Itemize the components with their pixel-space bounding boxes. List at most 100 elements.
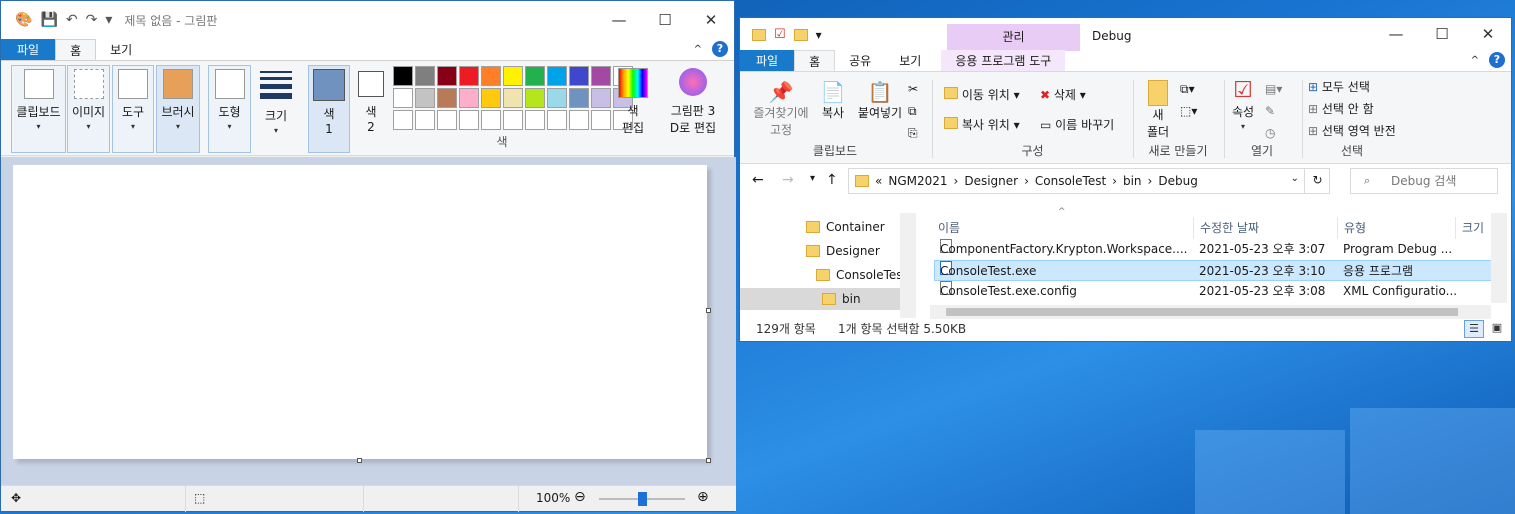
invert-selection-button[interactable]: ⊞ 선택 영역 반전 bbox=[1308, 120, 1396, 142]
tree-item-selected[interactable]: bin bbox=[740, 288, 900, 310]
color-swatch[interactable] bbox=[393, 88, 413, 108]
column-header-type[interactable]: 유형 bbox=[1337, 217, 1366, 239]
tab-view[interactable]: 보기 bbox=[885, 50, 935, 71]
forward-arrow-icon[interactable]: → bbox=[782, 172, 794, 188]
easy-access-icon[interactable]: ⬚▾ bbox=[1180, 100, 1197, 122]
breadcrumb-separator-icon[interactable]: › bbox=[954, 174, 959, 188]
select-none-button[interactable]: ⊞ 선택 안 함 bbox=[1308, 98, 1396, 120]
color-swatch[interactable] bbox=[393, 110, 413, 130]
close-button[interactable]: ✕ bbox=[688, 1, 734, 39]
color-swatch[interactable] bbox=[415, 110, 435, 130]
select-all-button[interactable]: ⊞ 모두 선택 bbox=[1308, 76, 1396, 98]
breadcrumb-separator-icon[interactable]: › bbox=[1024, 174, 1029, 188]
details-view-icon[interactable]: ☰ bbox=[1464, 320, 1484, 338]
clipboard-button[interactable]: 클립보드 ▾ bbox=[11, 65, 66, 153]
new-item-icon[interactable]: ⧉▾ bbox=[1180, 78, 1197, 100]
address-bar[interactable]: « NGM2021 › Designer › ConsoleTest › bin › Debug… bbox=[848, 168, 1330, 194]
collapse-ribbon-icon[interactable]: ^ bbox=[694, 44, 702, 55]
color-swatch[interactable] bbox=[591, 110, 611, 130]
file-row-selected[interactable]: ConsoleTest.exe 2021-05-23 오후 3:10 응용 프로그램 bbox=[934, 260, 1492, 281]
zoom-slider-thumb[interactable] bbox=[638, 492, 647, 506]
shapes-button[interactable]: 도형 ▾ bbox=[208, 65, 251, 153]
breadcrumb-item[interactable]: NGM2021 bbox=[888, 174, 947, 188]
minimize-button[interactable]: — bbox=[1373, 18, 1419, 50]
color-swatch[interactable] bbox=[459, 88, 479, 108]
color2-button[interactable]: 색2 bbox=[351, 65, 391, 153]
image-button[interactable]: 이미지 ▾ bbox=[67, 65, 110, 153]
color-swatch[interactable] bbox=[437, 88, 457, 108]
paste-shortcut-icon[interactable]: ⎘ bbox=[908, 122, 918, 144]
zoom-in-icon[interactable]: ⊕ bbox=[697, 489, 709, 505]
color-swatch[interactable] bbox=[525, 110, 545, 130]
color-swatch[interactable] bbox=[437, 110, 457, 130]
cut-icon[interactable]: ✂ bbox=[908, 78, 918, 100]
resize-handle-corner[interactable] bbox=[706, 458, 711, 463]
zoom-out-icon[interactable]: ⊖ bbox=[574, 489, 586, 505]
copy-path-icon[interactable]: ⧉ bbox=[908, 100, 918, 122]
history-icon[interactable]: ◷ bbox=[1265, 122, 1282, 144]
maximize-button[interactable]: ☐ bbox=[1419, 18, 1465, 50]
close-button[interactable]: ✕ bbox=[1465, 18, 1511, 50]
new-folder-qa-icon[interactable] bbox=[793, 28, 808, 41]
edit-icon[interactable]: ✎ bbox=[1265, 100, 1282, 122]
size-button[interactable]: 크기 ▾ bbox=[255, 65, 297, 153]
color-swatch[interactable] bbox=[525, 88, 545, 108]
column-header-date[interactable]: 수정한 날짜 bbox=[1193, 217, 1259, 239]
open-icon[interactable]: ▤▾ bbox=[1265, 78, 1282, 100]
vertical-scrollbar[interactable] bbox=[1491, 213, 1507, 303]
collapse-ribbon-icon[interactable]: ^ bbox=[1471, 55, 1479, 66]
drawing-canvas[interactable] bbox=[13, 165, 707, 459]
tab-home[interactable]: 홈 bbox=[794, 50, 836, 71]
color-swatch[interactable] bbox=[415, 66, 435, 86]
scrollbar-thumb[interactable] bbox=[946, 308, 1458, 316]
breadcrumb-separator-icon[interactable]: › bbox=[1148, 174, 1153, 188]
tree-item[interactable]: Designer bbox=[806, 240, 880, 262]
color-swatch[interactable] bbox=[591, 66, 611, 86]
help-icon[interactable]: ? bbox=[712, 41, 728, 57]
tree-item[interactable]: Container bbox=[806, 216, 885, 238]
color-swatch[interactable] bbox=[503, 110, 523, 130]
recent-locations-icon[interactable]: ▾ bbox=[810, 173, 815, 184]
breadcrumb-separator-icon[interactable]: › bbox=[1112, 174, 1117, 188]
minimize-button[interactable]: — bbox=[596, 1, 642, 39]
help-icon[interactable]: ? bbox=[1489, 52, 1505, 68]
tab-home[interactable]: 홈 bbox=[55, 39, 97, 60]
large-icons-view-icon[interactable]: ▣ bbox=[1488, 320, 1506, 338]
redo-icon[interactable]: ↷ bbox=[86, 12, 98, 28]
color-swatch[interactable] bbox=[569, 88, 589, 108]
color-swatch[interactable] bbox=[481, 110, 501, 130]
undo-icon[interactable]: ↶ bbox=[66, 12, 78, 28]
tab-view[interactable]: 보기 bbox=[96, 39, 146, 60]
color-swatch[interactable] bbox=[547, 66, 567, 86]
color-swatch[interactable] bbox=[459, 110, 479, 130]
file-row[interactable]: ConsoleTest.exe.config 2021-05-23 오후 3:08… bbox=[934, 281, 1492, 302]
color-swatch[interactable] bbox=[393, 66, 413, 86]
color-swatch[interactable] bbox=[569, 110, 589, 130]
properties-qa-icon[interactable]: ☑ bbox=[774, 27, 786, 42]
back-arrow-icon[interactable]: ← bbox=[752, 172, 764, 188]
save-icon[interactable]: 💾 bbox=[40, 12, 57, 28]
color-swatch[interactable] bbox=[591, 88, 611, 108]
tree-scrollbar[interactable] bbox=[900, 213, 916, 318]
color-swatch[interactable] bbox=[569, 66, 589, 86]
color-swatch[interactable] bbox=[525, 66, 545, 86]
tools-button[interactable]: 도구 ▾ bbox=[112, 65, 154, 153]
copy-to-button[interactable]: 복사 위치 ▾ bbox=[944, 110, 1020, 140]
breadcrumb-item[interactable]: Designer bbox=[964, 174, 1018, 188]
resize-handle-right[interactable] bbox=[706, 308, 711, 313]
color-swatch[interactable] bbox=[437, 66, 457, 86]
search-input[interactable]: Debug 검색 bbox=[1350, 168, 1498, 194]
customize-toolbar-icon[interactable]: ▾ bbox=[816, 28, 822, 42]
tab-app-tools[interactable]: 응용 프로그램 도구 bbox=[941, 50, 1066, 71]
color-swatch[interactable] bbox=[415, 88, 435, 108]
color1-button[interactable]: 색1 bbox=[308, 65, 350, 153]
tab-file[interactable]: 파일 bbox=[1, 39, 56, 60]
breadcrumb-item[interactable]: Debug bbox=[1158, 174, 1197, 188]
breadcrumb-overflow[interactable]: « bbox=[875, 174, 882, 188]
brushes-button[interactable]: 브러시 ▾ bbox=[156, 65, 200, 153]
tree-item[interactable]: ConsoleTest bbox=[816, 264, 907, 286]
tab-share[interactable]: 공유 bbox=[835, 50, 885, 71]
column-header-name[interactable]: 이름 bbox=[938, 217, 960, 239]
color-swatch[interactable] bbox=[481, 66, 501, 86]
color-swatch[interactable] bbox=[547, 88, 567, 108]
